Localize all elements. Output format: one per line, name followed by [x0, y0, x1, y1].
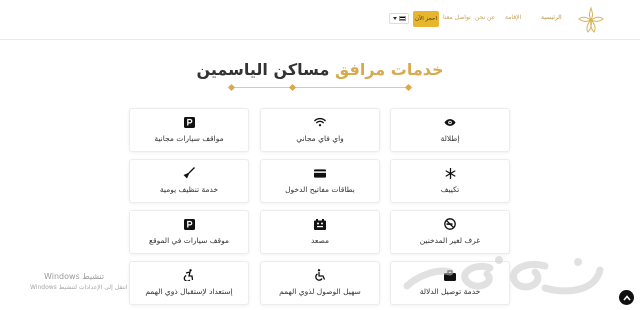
- divider-diamond-center: [288, 83, 297, 92]
- jasmine-logo-icon[interactable]: [575, 4, 607, 36]
- service-card: مواقف سيارات مجانية: [129, 108, 249, 152]
- broom-icon: [183, 167, 195, 179]
- service-label: خدمة تنظيف يومية: [159, 185, 219, 194]
- service-card: واي فاي مجاني: [260, 108, 380, 152]
- service-card: بطاقات مفاتيح الدخول: [260, 159, 380, 203]
- service-label: مصعد: [310, 236, 330, 245]
- service-card: تكييف: [390, 159, 510, 203]
- service-label: مواقف سيارات مجانية: [154, 134, 224, 143]
- nav-about[interactable]: عن نحن: [475, 14, 495, 21]
- chevron-up-icon: [622, 294, 631, 301]
- parking-icon: [183, 218, 195, 230]
- windows-activation-title: تنشيط Windows: [44, 272, 105, 281]
- service-card: مصعد: [260, 210, 380, 254]
- book-now-button[interactable]: احجز الآن: [413, 11, 439, 27]
- title-divider: [230, 87, 410, 88]
- nav-home[interactable]: الرئيسية: [541, 14, 562, 21]
- elevator-icon: [314, 218, 326, 230]
- service-label: بطاقات مفاتيح الدخول: [285, 185, 355, 194]
- nav-contact[interactable]: تواصل معنا: [443, 14, 471, 21]
- service-label: إطلالة: [440, 134, 460, 143]
- service-label: إستعداد لإستقبال ذوي الهمم: [145, 287, 233, 296]
- service-label: غرف لغير المدخنين: [419, 236, 481, 245]
- windows-activation-subtitle: انتقل إلى الإعدادات لتنشيط Windows: [30, 284, 128, 291]
- service-card: إستعداد لإستقبال ذوي الهمم: [129, 261, 249, 305]
- parking-icon: [183, 116, 195, 128]
- wheelchair-icon: [314, 269, 326, 281]
- no-smoking-icon: [444, 218, 456, 230]
- language-selector[interactable]: [389, 13, 409, 24]
- flag-icon: [398, 16, 406, 21]
- nav-accommodation[interactable]: الإقامة: [505, 14, 521, 21]
- service-card: خدمة تنظيف يومية: [129, 159, 249, 203]
- page: الرئيسية الإقامة عن نحن تواصل معنا احجز …: [0, 0, 640, 310]
- service-label: واي فاي مجاني: [296, 134, 344, 143]
- eye-icon: [444, 116, 456, 128]
- keycard-icon: [314, 167, 326, 179]
- section-title: خدمات مرافق مساكن الياسمين: [0, 60, 640, 79]
- header: الرئيسية الإقامة عن نحن تواصل معنا احجز …: [0, 0, 640, 40]
- service-card: إطلالة: [390, 108, 510, 152]
- divider-diamond-right: [404, 83, 413, 92]
- service-label: تكييف: [440, 185, 460, 194]
- service-label: سهيل الوصول لذوي الهمم: [279, 287, 361, 296]
- service-card: غرف لغير المدخنين: [390, 210, 510, 254]
- service-card: سهيل الوصول لذوي الهمم: [260, 261, 380, 305]
- title-dark-part: مساكن الياسمين: [196, 60, 330, 79]
- wifi-icon: [314, 116, 326, 128]
- service-card: موقف سيارات في الموقع: [129, 210, 249, 254]
- title-gold-part: خدمات مرافق: [334, 60, 444, 79]
- chevron-down-icon: [392, 17, 397, 20]
- snowflake-icon: [444, 167, 456, 179]
- service-label: موقف سيارات في الموقع: [149, 236, 229, 245]
- divider-diamond-left: [227, 83, 236, 92]
- accessible-icon: [183, 269, 195, 281]
- site-watermark-logo: [403, 256, 604, 295]
- scroll-to-top-button[interactable]: [619, 290, 634, 305]
